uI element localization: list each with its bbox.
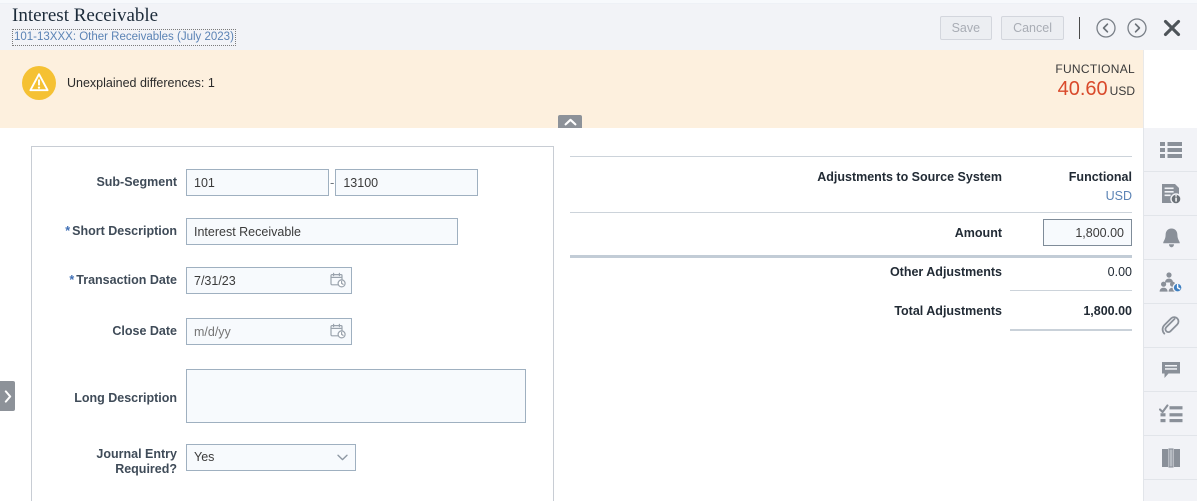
- total-adjustments-value: 1,800.00: [1010, 304, 1132, 318]
- adjustments-currency[interactable]: USD: [1010, 189, 1132, 203]
- journal-entry-required-select[interactable]: Yes: [186, 444, 356, 471]
- sub-segment-label: Sub-Segment: [32, 169, 186, 190]
- rail-item-attachments[interactable]: [1144, 304, 1197, 348]
- sub-segment-input-1[interactable]: [186, 169, 329, 196]
- page-title: Interest Receivable: [12, 5, 236, 27]
- adjustments-section-title: Adjustments to Source System: [570, 170, 1002, 184]
- cancel-button[interactable]: Cancel: [1001, 16, 1064, 40]
- amount-label: Amount: [570, 226, 1002, 240]
- journal-entry-required-wrapper: Yes: [186, 444, 356, 471]
- rail-item-library[interactable]: [1144, 436, 1197, 480]
- transaction-date-wrapper: [186, 267, 352, 294]
- functional-label: FUNCTIONAL: [1055, 61, 1135, 77]
- circle-chevron-left-icon[interactable]: [1095, 17, 1117, 39]
- chevron-down-icon: [337, 454, 348, 461]
- adjustments-rule-top: [570, 156, 1132, 157]
- banner-collapse-toggle[interactable]: [558, 115, 582, 128]
- amount-input[interactable]: [1043, 219, 1132, 246]
- jer-label-line2: Required?: [32, 462, 177, 477]
- field-row-journal-entry-required: Journal Entry Required? Yes: [32, 444, 372, 477]
- detail-form-card: Sub-Segment - *Short Description *Transa…: [31, 146, 554, 501]
- functional-summary: FUNCTIONAL 40.60USD: [1055, 61, 1135, 103]
- calendar-icon[interactable]: [330, 272, 346, 288]
- jer-label-line1: Journal Entry: [32, 447, 177, 462]
- rail-item-list[interactable]: [1144, 128, 1197, 172]
- comment-icon: [1160, 360, 1182, 380]
- chevron-right-icon: [4, 390, 12, 403]
- warning-triangle-icon: [22, 66, 56, 100]
- long-description-textarea[interactable]: [186, 369, 526, 423]
- field-row-sub-segment: Sub-Segment -: [32, 169, 503, 196]
- document-info-icon: [1161, 183, 1182, 205]
- book-icon: [1160, 447, 1182, 469]
- action-divider: [1079, 17, 1080, 39]
- close-date-wrapper: [186, 318, 352, 345]
- field-row-close-date: Close Date: [32, 318, 367, 345]
- adjustments-column-header: Functional: [1010, 170, 1132, 184]
- paperclip-icon: [1160, 315, 1182, 337]
- reconciliation-detail-page: Interest Receivable 101-13XXX: Other Rec…: [0, 0, 1197, 501]
- other-adjustments-value: 0.00: [1010, 265, 1132, 279]
- functional-amount-row: 40.60USD: [1055, 77, 1135, 103]
- adjustments-rule-header: [570, 212, 1132, 213]
- chevron-up-icon: [564, 118, 577, 126]
- total-adjustments-rule: [1010, 329, 1132, 331]
- field-row-long-description: Long Description: [32, 369, 532, 423]
- short-description-input[interactable]: [186, 218, 458, 245]
- required-asterisk: *: [69, 273, 74, 287]
- rail-item-assignees[interactable]: [1144, 260, 1197, 304]
- field-row-short-description: *Short Description: [32, 218, 467, 245]
- right-icon-rail: [1143, 128, 1197, 501]
- banner-right-divider: [1143, 50, 1144, 128]
- warning-text: Unexplained differences: 1: [67, 76, 215, 90]
- calendar-icon[interactable]: [330, 323, 346, 339]
- list-icon: [1160, 141, 1182, 159]
- header-actions: Save Cancel: [940, 16, 1183, 40]
- left-panel-expander[interactable]: [0, 381, 15, 411]
- sub-segment-input-2[interactable]: [335, 169, 478, 196]
- warning-message: Unexplained differences: 1: [22, 66, 215, 100]
- page-header: Interest Receivable 101-13XXX: Other Rec…: [0, 4, 1197, 50]
- circle-chevron-right-icon[interactable]: [1126, 17, 1148, 39]
- users-history-icon: [1159, 271, 1183, 293]
- transaction-date-input[interactable]: [186, 267, 352, 294]
- close-date-label: Close Date: [32, 318, 186, 339]
- total-adjustments-label: Total Adjustments: [570, 304, 1002, 318]
- rail-item-alerts[interactable]: [1144, 216, 1197, 260]
- short-description-label: *Short Description: [32, 218, 186, 239]
- breadcrumb[interactable]: 101-13XXX: Other Receivables (July 2023): [12, 29, 236, 46]
- long-description-label: Long Description: [32, 369, 186, 406]
- title-block: Interest Receivable 101-13XXX: Other Rec…: [12, 5, 236, 46]
- required-asterisk: *: [65, 224, 70, 238]
- bell-icon: [1161, 227, 1182, 249]
- other-adjustments-label: Other Adjustments: [570, 265, 1002, 279]
- close-date-input[interactable]: [186, 318, 352, 345]
- field-row-transaction-date: *Transaction Date: [32, 267, 367, 294]
- rail-item-comments[interactable]: [1144, 348, 1197, 392]
- close-icon[interactable]: [1161, 17, 1183, 39]
- journal-entry-required-label: Journal Entry Required?: [32, 444, 186, 477]
- rail-item-checklist[interactable]: [1144, 392, 1197, 436]
- other-adjustments-rule: [1010, 290, 1132, 291]
- functional-currency: USD: [1110, 84, 1135, 98]
- checklist-icon: [1159, 404, 1183, 423]
- save-button[interactable]: Save: [940, 16, 993, 40]
- functional-amount: 40.60: [1058, 78, 1108, 100]
- transaction-date-label: *Transaction Date: [32, 267, 186, 288]
- adjustments-rule-amount: [570, 255, 1132, 258]
- rail-item-document-info[interactable]: [1144, 172, 1197, 216]
